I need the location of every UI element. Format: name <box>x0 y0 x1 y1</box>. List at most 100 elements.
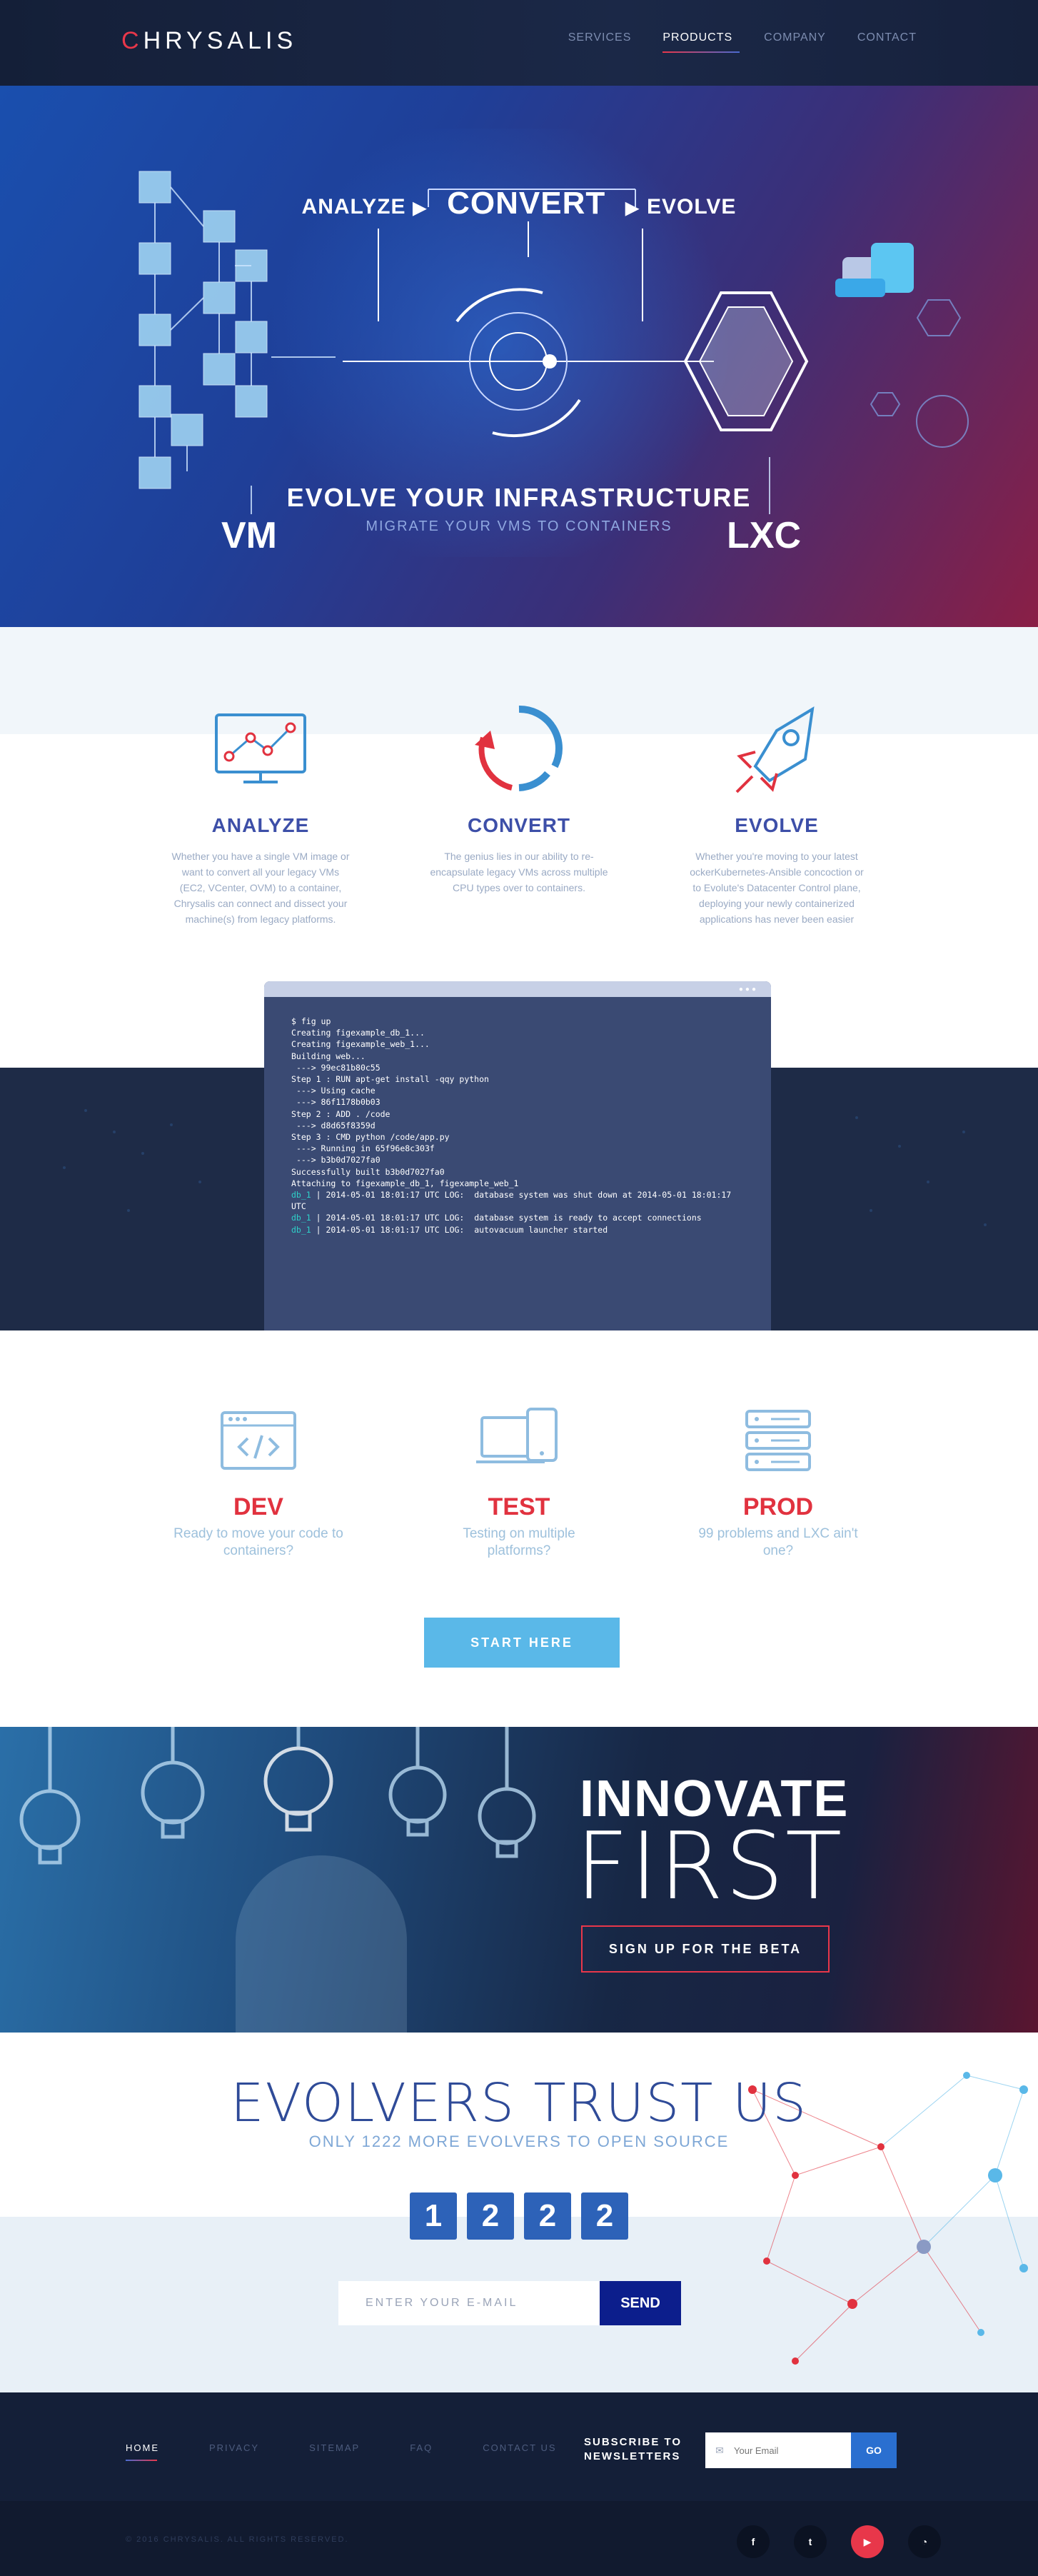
feature-convert: CONVERT The genius lies in our ability t… <box>430 698 608 896</box>
chart-monitor-icon <box>171 698 350 798</box>
newsletter-form: ✉ GO <box>705 2432 897 2468</box>
sign-up-beta-button[interactable]: SIGN UP FOR THE BETA <box>581 1925 830 1973</box>
twitter-icon[interactable]: t <box>794 2525 827 2558</box>
counter-digit: 1 <box>410 2192 457 2240</box>
stage-dev: DEV Ready to move your code to container… <box>173 1405 344 1560</box>
email-field[interactable] <box>338 2281 600 2325</box>
trust-title: EVOLVERS TRUST US <box>230 2073 808 2134</box>
terminal-line: Successfully built b3b0d7027fa0 <box>291 1166 445 1177</box>
trust-section: EVOLVERS TRUST US ONLY 1222 MORE EVOLVER… <box>0 2033 1038 2392</box>
counter-digit: 2 <box>467 2192 514 2240</box>
terminal-line: ---> Using cache <box>291 1086 376 1096</box>
terminal-log-source: db_1 <box>291 1224 311 1235</box>
trust-subtitle: ONLY 1222 MORE EVOLVERS TO OPEN SOURCE <box>308 2133 730 2150</box>
terminal-line: Attaching to figexample_db_1, figexample… <box>291 1178 519 1188</box>
footer-link-privacy[interactable]: PRIVACY <box>209 2442 259 2453</box>
terminal-line: Step 1 : RUN apt-get install -qqy python <box>291 1074 489 1085</box>
stage-text: Testing on multiple platforms? <box>463 1526 575 1558</box>
footer-link-sitemap[interactable]: SITEMAP <box>309 2442 360 2453</box>
terminal-log-message: | 2014-05-01 18:01:17 UTC LOG: database … <box>291 1190 737 1212</box>
feature-text: Whether you're moving to your latest ock… <box>690 851 864 925</box>
hero-banner: ANALYZE ▶ CONVERT ▶ EVOLVE VM LXC EVOLVE… <box>0 86 1038 627</box>
nav-products[interactable]: PRODUCTS <box>662 31 740 53</box>
nav-contact[interactable]: CONTACT <box>857 31 917 44</box>
logo[interactable]: CHRYSALIS <box>121 27 297 55</box>
facebook-icon[interactable]: f <box>737 2525 770 2558</box>
stage-text: Ready to move your code to containers? <box>173 1526 343 1558</box>
terminal-line: ---> 86f1178b0b03 <box>291 1097 381 1108</box>
youtube-icon[interactable]: ▶ <box>851 2525 884 2558</box>
window-dots-icon[interactable]: ●●● <box>739 986 758 993</box>
signup-form: SEND <box>338 2281 681 2325</box>
subscribe-line: SUBSCRIBE TO <box>584 2436 682 2448</box>
counter-digit: 2 <box>524 2192 571 2240</box>
terminal-log-source: db_1 <box>291 1213 311 1223</box>
flow-analyze: ANALYZE <box>301 195 406 219</box>
stage-text: 99 problems and LXC ain't one? <box>698 1526 858 1558</box>
server-stack-icon <box>692 1405 864 1476</box>
stage-title: PROD <box>742 1493 814 1520</box>
code-window-icon <box>173 1405 344 1476</box>
rss-icon[interactable]: ◔ <box>908 2525 941 2558</box>
hero-subtitle: MIGRATE YOUR VMS TO CONTAINERS <box>366 518 672 534</box>
terminal-titlebar: ●●● <box>264 981 771 997</box>
hero-flow-heading: ANALYZE ▶ CONVERT ▶ EVOLVE <box>0 186 1038 221</box>
terminal-line: Building web... <box>291 1051 366 1061</box>
stage-test: TEST Testing on multiple platforms? <box>433 1405 605 1560</box>
flow-convert: CONVERT <box>447 186 606 221</box>
stage-prod: PROD 99 problems and LXC ain't one? <box>692 1405 864 1560</box>
terminal-output: $ fig up Creating figexample_db_1... Cre… <box>264 997 771 1254</box>
nav-services[interactable]: SERVICES <box>568 31 632 44</box>
terminal-line: ---> 99ec81b80c55 <box>291 1062 381 1073</box>
rocket-icon <box>687 698 866 798</box>
subscribe-label: SUBSCRIBE TO NEWSLETTERS <box>584 2435 682 2464</box>
subscribe-line: NEWSLETTERS <box>584 2450 681 2462</box>
flow-arrow-icon: ▶ <box>412 196 428 219</box>
start-here-button[interactable]: START HERE <box>424 1618 620 1668</box>
terminal-log-message: | 2014-05-01 18:01:17 UTC LOG: database … <box>316 1213 702 1223</box>
terminal-line: Step 3 : CMD python /code/app.py <box>291 1132 450 1143</box>
go-button[interactable]: GO <box>851 2432 897 2468</box>
footer-links: HOME PRIVACY SITEMAP FAQ CONTACT US <box>126 2442 557 2461</box>
nav-links: SERVICES PRODUCTS COMPANY CONTACT <box>568 31 917 53</box>
terminal-line: $ fig up <box>291 1016 331 1026</box>
nav-company[interactable]: COMPANY <box>764 31 826 44</box>
hero-title: EVOLVE YOUR INFRASTRUCTURE <box>286 483 752 512</box>
terminal-line: ---> b3b0d7027fa0 <box>291 1155 381 1166</box>
feature-title: EVOLVE <box>735 814 819 836</box>
send-button[interactable]: SEND <box>600 2281 681 2325</box>
footer-link-contact[interactable]: CONTACT US <box>483 2442 556 2453</box>
terminal-line: ---> Running in 65f96e8c303f <box>291 1143 435 1154</box>
envelope-icon: ✉ <box>705 2432 734 2468</box>
stage-title: DEV <box>233 1493 283 1520</box>
feature-title: CONVERT <box>468 814 570 836</box>
stage-title: TEST <box>488 1493 550 1520</box>
feature-analyze: ANALYZE Whether you have a single VM ima… <box>171 698 350 927</box>
counter-digit: 2 <box>581 2192 628 2240</box>
copyright-text: © 2016 CHRYSALIS. ALL RIGHTS RESERVED. <box>126 2535 349 2544</box>
terminal-line: Creating figexample_db_1... <box>291 1028 425 1038</box>
logo-text: HRYSALIS <box>143 27 298 54</box>
footer: HOME PRIVACY SITEMAP FAQ CONTACT US SUBS… <box>0 2392 1038 2576</box>
feature-title: ANALYZE <box>211 814 310 836</box>
counter-digits: 1 2 2 2 <box>410 2192 628 2240</box>
flow-arrow-icon: ▶ <box>625 196 640 219</box>
first-heading: FIRST <box>575 1812 844 1920</box>
footer-link-faq[interactable]: FAQ <box>410 2442 433 2453</box>
hero-illustration <box>138 171 969 514</box>
newsletter-email-field[interactable] <box>734 2432 851 2468</box>
feature-evolve: EVOLVE Whether you're moving to your lat… <box>687 698 866 927</box>
terminal-line: Step 2 : ADD . /code <box>291 1108 390 1119</box>
terminal-line: ---> d8d65f8359d <box>291 1120 376 1131</box>
convert-cycle-icon <box>430 698 608 798</box>
feature-text: Whether you have a single VM image or wa… <box>171 851 350 925</box>
social-links: f t ▶ ◔ <box>737 2525 941 2558</box>
devices-icon <box>433 1405 605 1476</box>
footer-link-home[interactable]: HOME <box>126 2442 159 2461</box>
terminal-window: ●●● $ fig up Creating figexample_db_1...… <box>264 981 771 1330</box>
terminal-log-message: | 2014-05-01 18:01:17 UTC LOG: autovacuu… <box>316 1224 608 1235</box>
flow-evolve: EVOLVE <box>646 195 737 219</box>
pointing-hand-image <box>236 1855 407 2033</box>
top-navbar: CHRYSALIS SERVICES PRODUCTS COMPANY CONT… <box>0 0 1038 86</box>
stages-section: DEV Ready to move your code to container… <box>0 1330 1038 1727</box>
